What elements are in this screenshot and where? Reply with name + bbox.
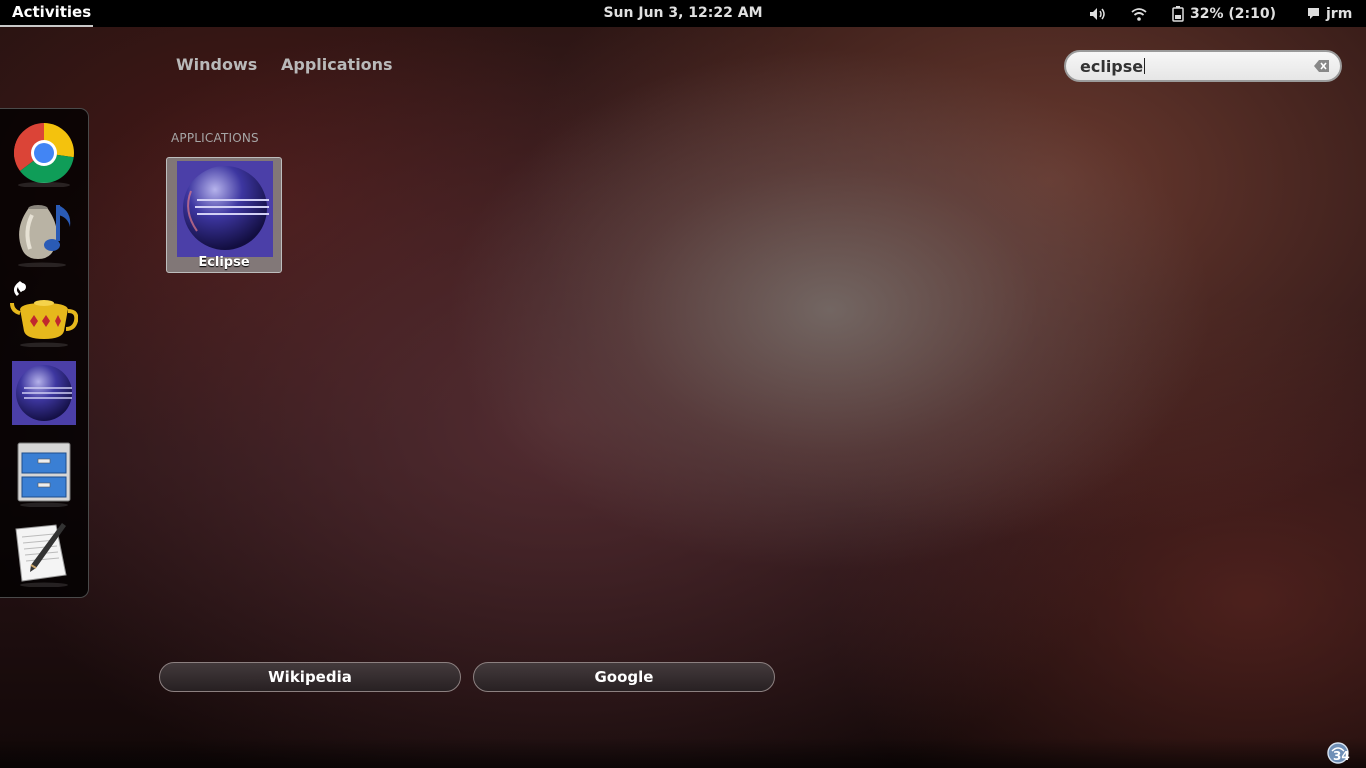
- battery-status: 32% (2:10): [1190, 5, 1277, 22]
- dash-item-eclipse[interactable]: [10, 361, 78, 433]
- dash-item-chrome[interactable]: [10, 121, 78, 193]
- clear-search-icon[interactable]: [1314, 59, 1330, 73]
- user-menu[interactable]: jrm: [1307, 0, 1352, 27]
- clock-label[interactable]: Sun Jun 3, 12:22 AM: [603, 5, 762, 21]
- text-editor-icon: [15, 523, 68, 587]
- result-item-eclipse[interactable]: Eclipse: [166, 157, 282, 273]
- battery-menu[interactable]: 32% (2:10): [1172, 0, 1276, 27]
- speaker-icon: [1090, 7, 1105, 20]
- chat-bubble-icon: [1308, 8, 1319, 19]
- clock: Sun Jun 3, 12:22 AM: [0, 0, 1366, 26]
- eclipse-icon: [177, 161, 273, 257]
- dash-item-files[interactable]: [10, 441, 78, 513]
- music-jar-icon: [18, 205, 71, 267]
- text-caret: [1144, 58, 1146, 74]
- search-provider-wikipedia[interactable]: Wikipedia: [159, 662, 461, 692]
- volume-menu[interactable]: [1089, 0, 1107, 27]
- message-tray: [0, 738, 1366, 768]
- result-label: Eclipse: [198, 255, 250, 270]
- file-cabinet-icon: [17, 442, 71, 507]
- dash: [0, 108, 89, 598]
- teapot-icon: [10, 281, 78, 347]
- dash-item-teapot[interactable]: [10, 281, 78, 353]
- eclipse-icon: [12, 361, 76, 425]
- user-name: jrm: [1326, 5, 1353, 22]
- dash-item-text-editor[interactable]: [10, 521, 78, 593]
- network-menu[interactable]: [1130, 0, 1148, 27]
- search-provider-google[interactable]: Google: [473, 662, 775, 692]
- notification-count: 34: [1333, 749, 1350, 763]
- top-panel: Activities Sun Jun 3, 12:22 AM 32% (2:10…: [0, 0, 1366, 27]
- battery-icon: [1172, 5, 1184, 22]
- search-text-wrap: eclipse: [1080, 57, 1146, 76]
- desktop-overview: Activities Sun Jun 3, 12:22 AM 32% (2:10…: [0, 0, 1366, 768]
- tab-applications[interactable]: Applications: [281, 55, 393, 75]
- chrome-icon: [14, 123, 74, 187]
- results-heading: APPLICATIONS: [171, 131, 259, 145]
- search-input[interactable]: eclipse: [1064, 50, 1342, 82]
- dash-item-music[interactable]: [10, 201, 78, 273]
- activities-button[interactable]: Activities: [0, 0, 93, 27]
- tab-windows[interactable]: Windows: [176, 55, 257, 75]
- search-value: eclipse: [1080, 57, 1144, 76]
- wifi-icon: [1131, 7, 1147, 21]
